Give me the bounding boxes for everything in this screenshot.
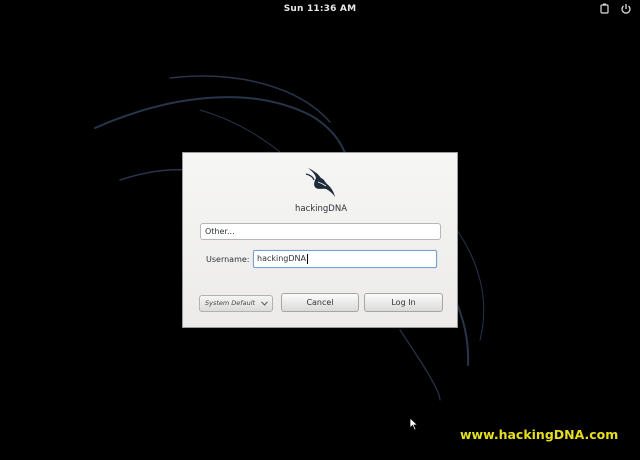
cancel-button[interactable]: Cancel [281,293,359,312]
power-icon[interactable] [620,3,632,15]
username-value: hackingDNA [257,254,306,263]
text-caret [307,253,308,264]
login-button[interactable]: Log In [364,293,443,312]
top-bar-status-icons [600,3,632,15]
chevron-down-icon [261,301,268,306]
watermark: www.hackingDNA.com [460,427,619,442]
session-select-label: System Default [205,299,256,307]
hostname: hackingDNA [294,204,348,214]
mouse-cursor-icon [409,417,419,431]
accessibility-icon[interactable] [600,3,610,15]
login-dialog: hackingDNA Other... Username: hackingDNA… [182,152,458,328]
username-input[interactable]: hackingDNA [253,250,437,268]
session-select[interactable]: System Default [199,295,273,312]
user-list-other[interactable]: Other... [200,223,441,240]
username-label: Username: [206,255,250,264]
kali-dragon-logo [305,168,335,197]
clock[interactable]: Sun 11:36 AM [0,4,640,14]
top-bar: Sun 11:36 AM [0,0,640,20]
